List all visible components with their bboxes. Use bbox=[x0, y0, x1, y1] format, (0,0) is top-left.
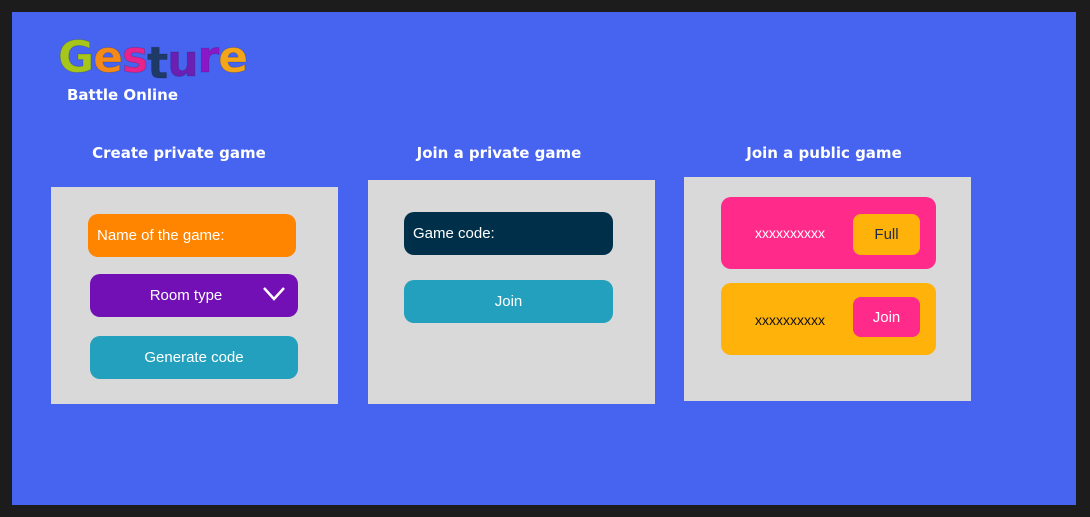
room-type-select[interactable]: Room type bbox=[90, 274, 298, 317]
logo-letter: e bbox=[218, 32, 249, 83]
logo-letter: r bbox=[197, 32, 220, 83]
generate-code-button[interactable]: Generate code bbox=[90, 336, 298, 379]
join-private-label: Join bbox=[494, 293, 523, 310]
create-game-panel: Name of the game: Room type Generate cod… bbox=[51, 187, 338, 404]
logo-letter: t bbox=[147, 38, 169, 89]
join-private-heading: Join a private game bbox=[416, 144, 582, 162]
logo-letter: G bbox=[57, 32, 94, 83]
gesture-logo: Gesture bbox=[57, 32, 249, 88]
create-game-heading: Create private game bbox=[92, 144, 266, 162]
logo-letter: s bbox=[121, 32, 148, 83]
public-game-row[interactable]: xxxxxxxxxx Join bbox=[721, 283, 936, 355]
public-game-name: xxxxxxxxxx bbox=[755, 312, 825, 328]
app-subtitle: Battle Online bbox=[67, 86, 178, 104]
join-private-button[interactable]: Join bbox=[404, 280, 613, 323]
chevron-down-icon bbox=[263, 287, 285, 301]
app-background: Gesture Battle Online Create private gam… bbox=[12, 12, 1076, 505]
logo-letter: e bbox=[93, 32, 124, 83]
join-private-panel: Game code: Join bbox=[368, 180, 655, 404]
join-public-panel: xxxxxxxxxx Full xxxxxxxxxx Join bbox=[684, 177, 971, 401]
logo-letter: u bbox=[167, 36, 199, 87]
game-status-label: Full bbox=[874, 226, 899, 243]
game-name-placeholder: Name of the game: bbox=[97, 227, 225, 244]
game-code-placeholder: Game code: bbox=[413, 225, 495, 242]
join-public-label: Join bbox=[872, 308, 901, 326]
room-type-label: Room type bbox=[149, 287, 223, 304]
generate-code-label: Generate code bbox=[144, 349, 244, 366]
join-public-game-button[interactable]: Join bbox=[853, 297, 920, 337]
join-public-heading: Join a public game bbox=[746, 144, 902, 162]
public-game-name: xxxxxxxxxx bbox=[755, 225, 825, 241]
game-code-input[interactable]: Game code: bbox=[404, 212, 613, 255]
game-full-badge: Full bbox=[853, 214, 920, 255]
game-name-input[interactable]: Name of the game: bbox=[88, 214, 296, 257]
public-game-row[interactable]: xxxxxxxxxx Full bbox=[721, 197, 936, 269]
